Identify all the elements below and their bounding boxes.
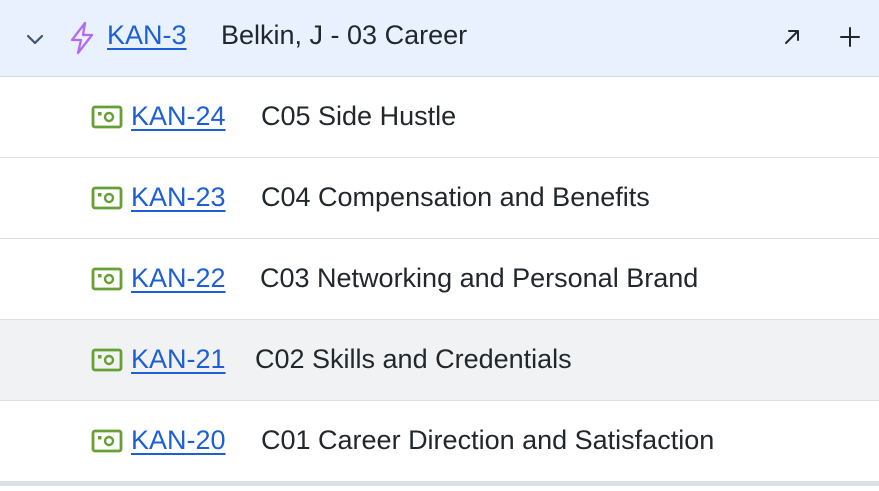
plus-icon[interactable] xyxy=(833,20,867,54)
issue-hierarchy-list: KAN-3 Belkin, J - 03 Career KAN-24 C05 S… xyxy=(0,0,879,486)
child-issue-summary: C03 Networking and Personal Brand xyxy=(260,263,699,293)
open-in-new-icon[interactable] xyxy=(775,20,809,54)
story-money-icon xyxy=(90,346,124,374)
child-issue-key-link[interactable]: KAN-24 xyxy=(131,101,226,132)
child-issue-key-link[interactable]: KAN-22 xyxy=(131,263,226,294)
child-issue-key-link[interactable]: KAN-21 xyxy=(131,344,226,375)
child-issue-summary: C05 Side Hustle xyxy=(261,101,457,131)
child-issue-row[interactable]: KAN-23 C04 Compensation and Benefits xyxy=(0,158,879,239)
parent-issue-row[interactable]: KAN-3 Belkin, J - 03 Career xyxy=(0,0,879,77)
story-money-icon xyxy=(90,103,124,131)
child-issue-row[interactable]: KAN-22 C03 Networking and Personal Brand xyxy=(0,239,879,320)
story-money-icon xyxy=(90,265,124,293)
parent-issue-key-link[interactable]: KAN-3 xyxy=(107,20,187,51)
divider xyxy=(0,482,879,486)
parent-actions xyxy=(775,20,867,54)
child-issue-key-link[interactable]: KAN-20 xyxy=(131,425,226,456)
epic-lightning-icon xyxy=(66,20,98,56)
child-issue-row[interactable]: KAN-20 C01 Career Direction and Satisfac… xyxy=(0,401,879,482)
story-money-icon xyxy=(90,427,124,455)
story-money-icon xyxy=(90,184,124,212)
chevron-down-icon[interactable] xyxy=(20,24,50,54)
child-issue-summary: C02 Skills and Credentials xyxy=(255,344,572,374)
child-issue-key-link[interactable]: KAN-23 xyxy=(131,182,226,213)
child-issue-row[interactable]: KAN-24 C05 Side Hustle xyxy=(0,77,879,158)
child-issue-summary: C01 Career Direction and Satisfaction xyxy=(261,425,715,455)
child-issue-summary: C04 Compensation and Benefits xyxy=(261,182,650,212)
child-issue-row[interactable]: KAN-21 C02 Skills and Credentials xyxy=(0,320,879,401)
parent-issue-summary: Belkin, J - 03 Career xyxy=(221,20,468,50)
